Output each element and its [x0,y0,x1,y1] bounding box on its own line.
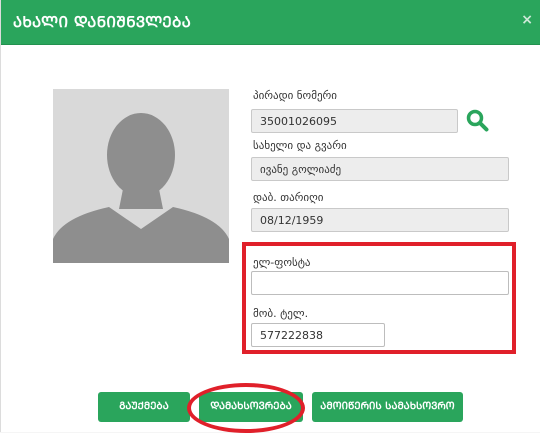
birth-date-label: დაბ. თარიღი [253,191,324,204]
full-name-label: სახელი და გვარი [253,139,347,152]
new-appointment-dialog: ᲐᲮᲐᲚᲘ ᲓᲐᲜᲘᲨᲜᲕᲚᲔᲑᲐ × პირადი ნომერი 350010… [0,0,540,433]
highlight-box [242,242,516,354]
highlight-ellipse [187,383,305,433]
avatar [53,89,229,263]
dialog-header: ᲐᲮᲐᲚᲘ ᲓᲐᲜᲘᲨᲜᲕᲚᲔᲑᲐ × [1,0,540,45]
dialog-title: ᲐᲮᲐᲚᲘ ᲓᲐᲜᲘᲨᲜᲕᲚᲔᲑᲐ [13,13,192,31]
personal-number-label: პირადი ნომერი [253,89,337,102]
birth-date-field[interactable]: 08/12/1959 [251,208,509,232]
personal-number-field[interactable]: 35001026095 [251,109,458,133]
full-name-field[interactable]: ივანე გოლიაძე [251,157,509,181]
save-workplace-button[interactable]: ᲐᲛᲝᲘᲬᲔᲠᲘᲡ ᲡᲐᲛᲐᲮᲡᲝᲕᲠᲝ [312,392,463,422]
avatar-placeholder-icon [53,89,229,263]
cancel-button[interactable]: ᲒᲐᲣᲥᲛᲔᲑᲐ [98,392,190,422]
close-icon[interactable]: × [521,12,533,28]
search-icon[interactable] [465,108,489,132]
